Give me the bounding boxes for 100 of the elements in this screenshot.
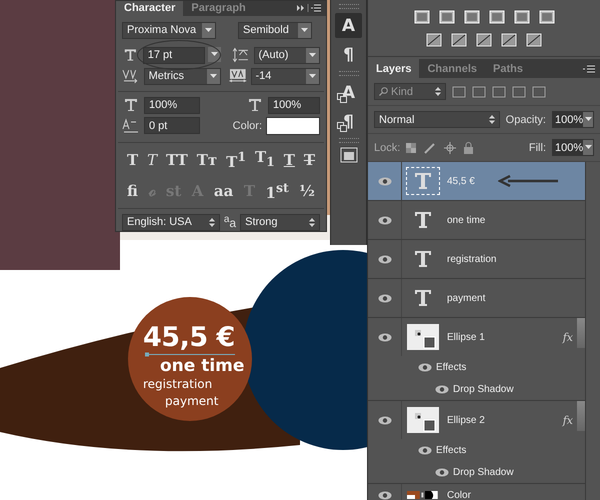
dropdown-button[interactable] bbox=[202, 22, 215, 38]
kerning-icon bbox=[122, 68, 140, 84]
fill-label: Fill: bbox=[528, 142, 546, 154]
horizontal-scale-field[interactable]: 100% bbox=[268, 96, 320, 114]
layer-name: Ellipse 1 bbox=[447, 332, 485, 342]
caret-icon bbox=[584, 117, 592, 122]
document-text: one time bbox=[160, 356, 244, 376]
opentype-button[interactable]: 1$^{st}$ bbox=[264, 179, 290, 202]
layer-name: one time bbox=[447, 214, 486, 226]
effects-badge[interactable]: fx bbox=[562, 330, 573, 344]
baseline-shift-field[interactable]: 0 pt bbox=[144, 117, 200, 134]
effect-name: Drop Shadow bbox=[453, 384, 514, 394]
dropdown-button[interactable] bbox=[306, 48, 319, 63]
scroll-thumb[interactable] bbox=[577, 401, 585, 431]
type-style-button[interactable]: T bbox=[146, 148, 158, 172]
document-text: payment bbox=[165, 394, 218, 408]
shape-layer-thumbnail bbox=[407, 407, 439, 433]
eye-icon[interactable] bbox=[378, 416, 392, 424]
baseline-shift-icon bbox=[122, 118, 140, 134]
menu-icon[interactable] bbox=[297, 4, 321, 12]
search-icon bbox=[379, 87, 388, 96]
type-style-button[interactable]: T bbox=[126, 148, 140, 172]
color-swatch[interactable] bbox=[266, 116, 320, 135]
opentype-button[interactable]: fi bbox=[126, 179, 139, 202]
lock-icon[interactable] bbox=[464, 142, 474, 154]
caret-icon bbox=[584, 145, 592, 150]
panel-tab[interactable]: Layers bbox=[368, 59, 420, 78]
eye-icon[interactable] bbox=[435, 468, 449, 476]
layer-row[interactable]: Ellipse 2 fx Effects Drop Shadow bbox=[368, 401, 585, 484]
glyphs-icon[interactable] bbox=[340, 147, 358, 163]
fill-field[interactable]: 100% bbox=[552, 139, 594, 156]
eye-icon[interactable] bbox=[378, 332, 392, 342]
dropdown-button[interactable] bbox=[583, 140, 593, 155]
move-icon[interactable] bbox=[444, 142, 456, 154]
dropdown-button[interactable] bbox=[298, 22, 311, 38]
dropdown-button[interactable] bbox=[306, 68, 320, 84]
vertical-scale-field[interactable]: 100% bbox=[144, 96, 200, 114]
antialias-dropdown[interactable]: Strong bbox=[240, 214, 320, 231]
type-style-button[interactable]: T bbox=[282, 148, 296, 172]
layer-name: payment bbox=[447, 292, 486, 304]
font-size-field[interactable]: 17 pt bbox=[142, 46, 205, 64]
pointer-arrow bbox=[498, 175, 560, 187]
effects-badge[interactable]: fx bbox=[562, 414, 573, 426]
caret-icon bbox=[210, 52, 218, 57]
dock-panel-button[interactable]: ¶ bbox=[335, 42, 362, 67]
opacity-label: Opacity: bbox=[506, 114, 546, 126]
dock-panel-button[interactable]: ¶ bbox=[335, 109, 362, 134]
updown-icon bbox=[309, 218, 315, 227]
panel-tab[interactable]: Character bbox=[116, 1, 184, 16]
layer-name: Color bbox=[447, 490, 471, 500]
eye-icon[interactable] bbox=[378, 254, 392, 264]
caret-icon bbox=[301, 28, 308, 33]
scroll-thumb[interactable] bbox=[577, 318, 585, 348]
layer-row[interactable]: payment bbox=[368, 279, 585, 318]
eye-icon[interactable] bbox=[378, 490, 392, 500]
type-style-button[interactable]: T bbox=[302, 148, 316, 172]
vertical-scale-icon bbox=[122, 97, 140, 114]
layer-row[interactable]: registration bbox=[368, 240, 585, 279]
font-family-dropdown[interactable]: Proxima Nova bbox=[122, 22, 216, 39]
blend-mode-dropdown[interactable]: Normal bbox=[374, 111, 500, 128]
eye-icon[interactable] bbox=[378, 216, 392, 224]
text-layer-icon bbox=[413, 250, 433, 268]
effect-name: Drop Shadow bbox=[453, 466, 514, 478]
type-style-button[interactable]: TT bbox=[165, 148, 189, 172]
dropdown-button[interactable] bbox=[206, 68, 220, 84]
effects-label: Effects bbox=[436, 444, 466, 456]
dropdown-button[interactable] bbox=[583, 112, 593, 127]
leading-dropdown[interactable]: (Auto) bbox=[254, 46, 320, 64]
eye-icon[interactable] bbox=[378, 176, 392, 186]
font-style-dropdown[interactable]: Semibold bbox=[238, 22, 312, 39]
eye-icon[interactable] bbox=[378, 294, 392, 302]
dock-panel-button[interactable]: A bbox=[335, 13, 362, 38]
eye-icon[interactable] bbox=[418, 362, 432, 372]
updown-icon bbox=[488, 115, 495, 124]
opentype-button[interactable]: ½ bbox=[298, 179, 316, 202]
language-dropdown[interactable]: English: USA bbox=[122, 214, 220, 231]
type-style-button[interactable]: T$_{1}$ bbox=[254, 148, 276, 172]
tracking-dropdown[interactable]: -14 bbox=[250, 68, 320, 85]
color-label: Color: bbox=[232, 120, 262, 132]
eye-icon[interactable] bbox=[435, 384, 449, 394]
type-style-button[interactable]: T$^{1}$ bbox=[225, 148, 248, 172]
document-text: registration bbox=[143, 377, 212, 391]
layer-row[interactable]: Ellipse 1 fx Effects Drop Shadow bbox=[368, 318, 585, 401]
opentype-button[interactable]: aa bbox=[212, 179, 234, 202]
shape-layer-thumbnail bbox=[407, 324, 439, 350]
layer-row[interactable]: one time bbox=[368, 201, 585, 240]
menu-icon[interactable] bbox=[583, 64, 595, 72]
updown-icon bbox=[435, 87, 441, 96]
opacity-field[interactable]: 100% bbox=[552, 111, 594, 128]
checker-icon[interactable] bbox=[406, 142, 416, 152]
kerning-dropdown[interactable]: Metrics bbox=[144, 68, 221, 85]
type-style-button[interactable]: Tᴛ bbox=[196, 148, 218, 172]
caret-icon bbox=[205, 28, 212, 33]
text-layer-icon bbox=[413, 211, 433, 229]
brush-icon[interactable] bbox=[424, 142, 436, 154]
updown-icon bbox=[208, 218, 215, 227]
dropdown-button[interactable] bbox=[208, 46, 221, 62]
filter-dropdown[interactable]: Kind bbox=[374, 83, 446, 100]
eye-icon[interactable] bbox=[418, 446, 432, 454]
layer-row[interactable]: Color bbox=[368, 484, 585, 500]
